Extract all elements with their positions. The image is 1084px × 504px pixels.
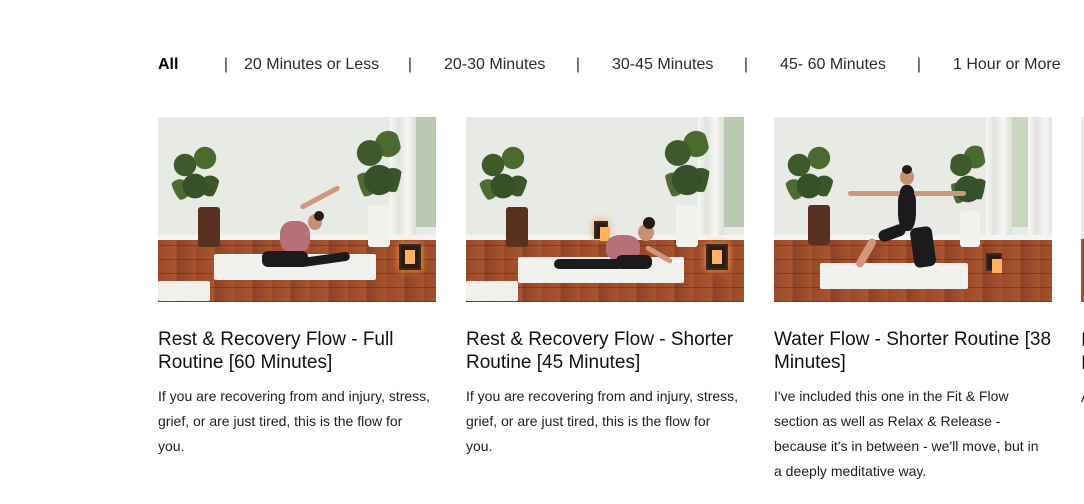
video-title[interactable]: Rest & Recovery Flow - Full Routine [60 … [158,328,436,374]
person-hair [902,165,912,174]
filter-20-30-minutes[interactable]: 20-30 Minutes [444,56,545,74]
filter-1-hour-or-more[interactable]: 1 Hour or More [953,56,1061,74]
video-library-page: All | 20 Minutes or Less | 20-30 Minutes… [0,0,1084,504]
person-hair [643,217,655,229]
plant-pot [506,207,528,247]
plant-icon [664,117,710,207]
video-thumbnail[interactable] [466,117,744,302]
video-description: If you are recovering from and injury, s… [158,388,431,454]
yoga-mat [820,263,968,289]
person-arm [914,191,966,196]
person-arm [848,191,900,196]
plant-pot [808,205,830,245]
video-card[interactable]: Rest & Recovery Flow - Full Routine [60 … [158,117,436,484]
thumbnail-curtain [1028,117,1052,247]
lantern-icon [399,244,421,270]
lantern-icon [986,253,1002,273]
filter-separator: | [223,56,229,73]
plant-icon [478,137,528,207]
video-thumbnail[interactable] [774,117,1052,302]
person-leg [554,259,624,269]
video-description: If you are recovering from and injury, s… [466,388,739,454]
video-card-list: Rest & Recovery Flow - Full Routine [60 … [158,117,1052,484]
person-leg [616,255,652,269]
lantern-icon [706,244,728,270]
yoga-block [158,281,210,301]
plant-pot [198,207,220,247]
filter-separator: | [575,56,581,73]
plant-icon [170,137,220,207]
video-card[interactable]: Water Flow - Shorter Routine [38 Minutes… [774,117,1052,484]
person-torso [280,221,310,253]
lantern-icon [594,221,610,241]
video-card[interactable]: Rest & Recovery Flow - Shorter Routine [… [466,117,744,484]
video-thumbnail[interactable] [158,117,436,302]
filter-separator: | [743,56,749,73]
plant-icon [356,117,402,207]
plant-pot [960,211,980,247]
filter-20-minutes-or-less[interactable]: 20 Minutes or Less [244,56,379,74]
filter-45-60-minutes[interactable]: 45- 60 Minutes [780,56,886,74]
filter-separator: | [407,56,413,73]
video-description: I've included this one in the Fit & Flow… [774,388,1039,479]
thumbnail-curtain [986,117,1012,247]
duration-filter-bar: All | 20 Minutes or Less | 20-30 Minutes… [158,53,1061,77]
video-title[interactable]: Rest & Recovery Flow - Shorter Routine [… [466,328,744,374]
plant-pot [676,205,698,247]
yoga-block [466,281,518,301]
person-hair [314,211,324,221]
plant-pot [368,205,390,247]
filter-all[interactable]: All [158,56,208,74]
plant-icon [950,133,986,213]
video-title[interactable]: Water Flow - Shorter Routine [38 Minutes… [774,328,1052,374]
filter-30-45-minutes[interactable]: 30-45 Minutes [612,56,713,74]
filter-separator: | [916,56,922,73]
plant-icon [784,137,834,207]
